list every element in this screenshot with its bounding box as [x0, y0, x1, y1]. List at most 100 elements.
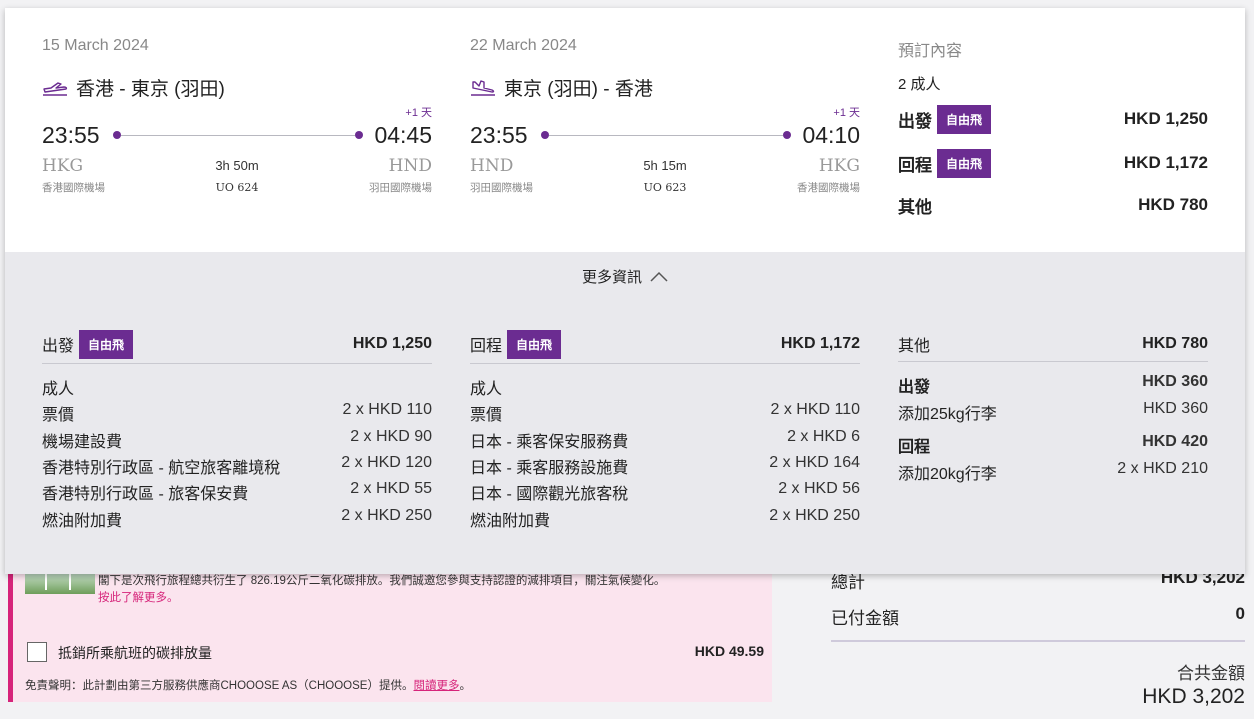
- other-line: 添加25kg行李 HKD 360: [898, 400, 1208, 424]
- fee-line: 日本 - 乘客保安服務費 2 x HKD 6: [470, 428, 860, 452]
- disclaimer-end: 。: [459, 680, 471, 692]
- paid-label: 已付金額: [831, 609, 899, 628]
- inbound-date: 22 March 2024: [470, 37, 577, 54]
- departure-airport: 羽田國際機場: [470, 182, 533, 194]
- arrival-dot: [783, 131, 791, 139]
- carbon-offset-checkbox[interactable]: [27, 642, 47, 662]
- outbound-route-text: 香港 - 東京 (羽田): [76, 79, 225, 100]
- flight-line: [121, 135, 355, 136]
- departure-time: 23:55: [470, 122, 528, 148]
- inbound-route: 東京 (羽田) - 香港: [470, 74, 653, 101]
- fee-line: 票價 2 x HKD 110: [42, 401, 432, 425]
- day-offset: +1 天: [833, 107, 860, 119]
- fee-line: 機場建設費 2 x HKD 90: [42, 428, 432, 452]
- passenger-count: 2 成人: [898, 76, 941, 93]
- fee-amount: 2 x HKD 164: [769, 454, 860, 471]
- arrival-airport: 香港國際機場: [797, 182, 860, 194]
- summary-outbound-row: 出發 自由飛 HKD 1,250: [898, 104, 1208, 134]
- other-line-name: 添加25kg行李: [898, 406, 997, 423]
- departure-time: 23:55: [42, 122, 100, 148]
- fee-amount: 2 x HKD 110: [770, 401, 860, 418]
- other-line-amount: 2 x HKD 210: [1117, 460, 1208, 477]
- outbound-date: 15 March 2024: [42, 37, 149, 54]
- departure-dot: [541, 131, 549, 139]
- inbound-breakdown-total: HKD 1,172: [780, 335, 860, 352]
- fee-amount: 2 x HKD 6: [787, 428, 860, 445]
- fee-amount: 2 x HKD 90: [350, 428, 432, 445]
- divider: [831, 640, 1245, 642]
- carbon-offset-text: 閣下是次飛行旅程總共衍生了 826.19公斤二氧化碳排放。我們誠邀您參與支持認證…: [98, 575, 666, 587]
- other-line-amount: HKD 360: [1142, 373, 1208, 390]
- summary-other-price: HKD 780: [1138, 195, 1208, 214]
- fee-line: 香港特別行政區 - 旅客保安費 2 x HKD 55: [42, 480, 432, 504]
- fare-tag: 自由飛: [937, 148, 992, 178]
- learn-more-link[interactable]: 按此了解更多。: [98, 589, 179, 605]
- arrival-airport: 羽田國際機場: [369, 182, 432, 194]
- inbound-route-text: 東京 (羽田) - 香港: [504, 79, 653, 100]
- fee-amount: 2 x HKD 250: [341, 507, 432, 524]
- fare-tag: 自由飛: [937, 104, 992, 134]
- fee-amount: 2 x HKD 55: [350, 480, 432, 497]
- fee-amount: 2 x HKD 110: [342, 401, 432, 418]
- fee-amount: 2 x HKD 120: [341, 454, 432, 471]
- fee-name: 日本 - 乘客保安服務費: [470, 434, 629, 451]
- other-line: 回程 HKD 420: [898, 433, 1208, 457]
- fee-name: 日本 - 國際觀光旅客稅: [470, 486, 629, 503]
- booking-summary-title: 預訂內容: [898, 43, 963, 60]
- fee-name: 機場建設費: [42, 434, 123, 451]
- fee-name: 票價: [42, 407, 75, 424]
- fee-line: 票價 2 x HKD 110: [470, 401, 860, 425]
- disclaimer-text: 免責聲明：此計劃由第三方服務供應商CHOOOSE AS（CHOOOSE）提供。: [25, 680, 414, 692]
- more-info-toggle[interactable]: 更多資訊: [5, 266, 1245, 287]
- paid-value: 0: [1235, 604, 1245, 623]
- summary-inbound-price: HKD 1,172: [1123, 153, 1208, 172]
- other-line-name: 出發: [898, 379, 931, 396]
- paid-row: 已付金額 0: [831, 604, 1245, 629]
- outbound-breakdown-total: HKD 1,250: [352, 335, 432, 352]
- other-line: 添加20kg行李 2 x HKD 210: [898, 460, 1208, 484]
- fee-line: 日本 - 國際觀光旅客稅 2 x HKD 56: [470, 480, 860, 504]
- arrival-dot: [355, 131, 363, 139]
- inbound-breakdown-label: 回程: [470, 338, 503, 355]
- flight-duration: 3h 50m: [215, 158, 259, 173]
- fee-name: 票價: [470, 407, 503, 424]
- outbound-breakdown-label: 出發: [42, 338, 75, 355]
- other-line-amount: HKD 360: [1143, 400, 1208, 417]
- fee-line: 日本 - 乘客服務設施費 2 x HKD 164: [470, 454, 860, 478]
- summary-inbound-row: 回程 自由飛 HKD 1,172: [898, 148, 1208, 178]
- outbound-breakdown-header: 出發 自由飛 HKD 1,250: [42, 329, 432, 359]
- summary-other-label: 其他: [898, 197, 932, 217]
- fee-line: 燃油附加費 2 x HKD 250: [42, 507, 432, 531]
- fee-line: 燃油附加費 2 x HKD 250: [470, 507, 860, 531]
- disclaimer: 免責聲明：此計劃由第三方服務供應商CHOOOSE AS（CHOOOSE）提供。閱…: [25, 677, 471, 693]
- passenger-type: 成人: [470, 381, 503, 398]
- divider: [898, 361, 1208, 362]
- other-line: 出發 HKD 360: [898, 373, 1208, 397]
- other-breakdown-label: 其他: [898, 338, 931, 355]
- read-more-link[interactable]: 閱讀更多: [413, 680, 459, 692]
- arrival-time: 04:10: [802, 122, 860, 148]
- departure-dot: [113, 131, 121, 139]
- fee-name: 燃油附加費: [42, 513, 123, 530]
- booking-details-card: 15 March 2024 香港 - 東京 (羽田) +1 天 23:55 04…: [5, 8, 1245, 574]
- fee-name: 香港特別行政區 - 航空旅客離境稅: [42, 460, 281, 477]
- fee-line: 香港特別行政區 - 航空旅客離境稅 2 x HKD 120: [42, 454, 432, 478]
- divider: [42, 363, 432, 364]
- flight-summary-section: 15 March 2024 香港 - 東京 (羽田) +1 天 23:55 04…: [5, 8, 1245, 252]
- inbound-breakdown-header: 回程 自由飛 HKD 1,172: [470, 329, 860, 359]
- fee-name: 日本 - 乘客服務設施費: [470, 460, 629, 477]
- fee-amount: 2 x HKD 56: [778, 480, 860, 497]
- summary-outbound-price: HKD 1,250: [1123, 109, 1208, 128]
- fare-tag: 自由飛: [507, 329, 562, 359]
- fee-name: 燃油附加費: [470, 513, 551, 530]
- other-line-name: 添加20kg行李: [898, 466, 997, 483]
- plane-landing-icon: [471, 79, 495, 96]
- day-offset: +1 天: [405, 107, 432, 119]
- flight-duration: 5h 15m: [643, 158, 687, 173]
- grand-total-value: HKD 3,202: [1142, 685, 1245, 708]
- divider: [470, 363, 860, 364]
- carbon-offset-price: HKD 49.59: [694, 643, 764, 659]
- summary-other-row: 其他 HKD 780: [898, 191, 1208, 219]
- more-info-label: 更多資訊: [581, 269, 642, 286]
- other-breakdown-total: HKD 780: [1142, 335, 1208, 352]
